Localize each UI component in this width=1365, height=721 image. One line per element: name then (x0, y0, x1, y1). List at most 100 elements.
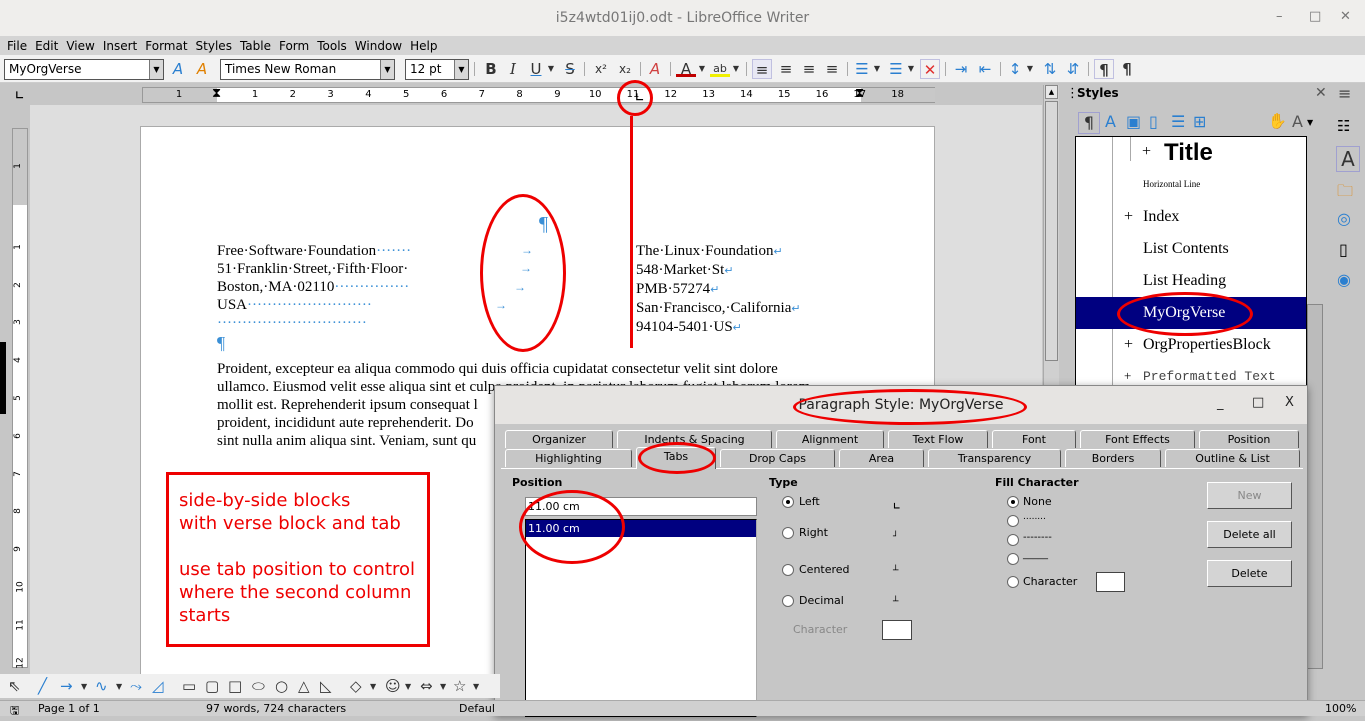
align-right-icon[interactable]: ≡ (799, 59, 819, 79)
chevron-down-icon[interactable]: ▼ (440, 682, 446, 691)
properties-deck-icon[interactable]: ☷ (1337, 117, 1350, 135)
type-decimal-label[interactable]: Decimal (799, 594, 844, 607)
chevron-down-icon[interactable]: ▼ (872, 59, 882, 79)
fill-character-radio[interactable] (1007, 576, 1019, 588)
highlight-color-icon[interactable]: ab (710, 59, 730, 77)
menu-form[interactable]: Form (279, 39, 309, 53)
page-deck-icon[interactable]: ▯ (1339, 240, 1348, 259)
tab-text-flow[interactable]: Text Flow (888, 430, 988, 448)
dialog-maximize-button[interactable]: □ (1252, 395, 1264, 410)
expand-icon[interactable]: + (1124, 336, 1133, 354)
style-item-list-contents[interactable]: List Contents (1143, 240, 1229, 258)
fill-dots-radio[interactable] (1007, 515, 1019, 527)
table-styles-icon[interactable]: ⊞ (1193, 112, 1206, 131)
tab-drop-caps[interactable]: Drop Caps (720, 449, 835, 467)
chevron-down-icon[interactable]: ▼ (697, 59, 707, 79)
chevron-down-icon[interactable]: ▼ (380, 60, 394, 79)
diamond-icon[interactable]: ◇ (350, 677, 362, 695)
tab-organizer[interactable]: Organizer (505, 430, 613, 448)
decrease-paragraph-spacing-icon[interactable]: ⇵ (1063, 59, 1083, 79)
increase-indent-icon[interactable]: ⇥ (951, 59, 971, 79)
tab-font[interactable]: Font (992, 430, 1076, 448)
horizontal-ruler[interactable]: 1 ⧗ ⧗ ∟ 1 2 3 4 5 6 7 8 9 10 11 12 13 14 15 16 17 18 (142, 86, 935, 104)
dialog-close-button[interactable]: X (1285, 395, 1294, 410)
type-right-radio[interactable] (782, 527, 794, 539)
tab-type-selector[interactable]: ∟ (15, 89, 24, 102)
style-item-preformatted-text[interactable]: Preformatted Text (1143, 369, 1276, 384)
fill-dots-label[interactable]: ........ (1023, 512, 1046, 522)
fill-underscore-label[interactable]: _____ (1023, 549, 1048, 560)
menu-file[interactable]: File (7, 39, 27, 53)
scroll-up-button[interactable]: ▲ (1045, 85, 1058, 99)
fill-character-option-label[interactable]: Character (1023, 575, 1077, 588)
fill-format-mode-icon[interactable]: ✋ (1268, 112, 1287, 130)
style-item-list-heading[interactable]: List Heading (1143, 272, 1226, 290)
clear-formatting-icon[interactable]: A (645, 59, 665, 79)
fill-none-label[interactable]: None (1023, 495, 1052, 508)
rectangle-icon[interactable]: ▭ (182, 677, 196, 695)
navigator-deck-icon[interactable]: ◎ (1337, 209, 1351, 228)
style-item-orgpropertiesblock[interactable]: OrgPropertiesBlock (1143, 336, 1271, 354)
tab-highlighting[interactable]: Highlighting (505, 449, 632, 467)
align-left-icon[interactable]: ≡ (752, 59, 772, 79)
chevron-down-icon[interactable]: ▼ (454, 60, 468, 79)
increase-paragraph-spacing-icon[interactable]: ⇅ (1040, 59, 1060, 79)
menu-styles[interactable]: Styles (196, 39, 232, 53)
type-centered-radio[interactable] (782, 564, 794, 576)
type-right-label[interactable]: Right (799, 526, 828, 539)
rtl-paragraph-icon[interactable]: ¶ (1117, 59, 1137, 79)
tab-alignment[interactable]: Alignment (776, 430, 884, 448)
chevron-down-icon[interactable]: ▼ (906, 59, 916, 79)
tab-outline-list[interactable]: Outline & List (1165, 449, 1300, 467)
curve-icon[interactable]: ∿ (95, 677, 108, 695)
fill-none-radio[interactable] (1007, 496, 1019, 508)
maximize-button[interactable]: □ (1309, 9, 1321, 24)
star-icon[interactable]: ☆ (453, 677, 466, 695)
styles-deck-icon[interactable]: A (1336, 146, 1360, 172)
select-icon[interactable]: ⇖ (8, 677, 21, 695)
save-status-icon[interactable]: 🖫 (10, 702, 19, 721)
page-style[interactable]: Defaul (459, 702, 495, 715)
sidebar-close-button[interactable]: ✕ (1315, 85, 1327, 101)
menu-table[interactable]: Table (240, 39, 271, 53)
expand-icon[interactable]: + (1142, 143, 1151, 161)
scroll-thumb[interactable] (1045, 101, 1058, 361)
chevron-down-icon[interactable]: ▼ (546, 59, 556, 79)
chevron-down-icon[interactable]: ▼ (1025, 59, 1035, 79)
subscript-button[interactable]: x₂ (614, 59, 636, 79)
paragraph-style-combo[interactable]: MyOrgVerse ▼ (4, 59, 164, 80)
smiley-icon[interactable]: ☺ (385, 677, 401, 695)
gallery-deck-icon[interactable]: 🗀 (1337, 180, 1353, 207)
circle-icon[interactable]: ○ (275, 677, 288, 695)
dialog-minimize-button[interactable]: _ (1217, 396, 1224, 411)
tab-borders[interactable]: Borders (1065, 449, 1161, 467)
new-style-icon[interactable]: A (192, 59, 212, 79)
align-center-icon[interactable]: ≡ (776, 59, 796, 79)
style-item-index[interactable]: Index (1143, 208, 1179, 226)
type-left-radio[interactable] (782, 496, 794, 508)
decrease-indent-icon[interactable]: ⇤ (975, 59, 995, 79)
sidebar-menu-icon[interactable]: ≡ (1338, 84, 1351, 103)
superscript-button[interactable]: x² (590, 59, 612, 79)
tab-font-effects[interactable]: Font Effects (1080, 430, 1195, 448)
fill-character-input[interactable] (1096, 572, 1125, 592)
fill-dashes-label[interactable]: -------- (1023, 532, 1052, 543)
list-styles-icon[interactable]: ☰ (1171, 112, 1185, 131)
type-decimal-radio[interactable] (782, 595, 794, 607)
triangle-icon[interactable]: △ (298, 677, 310, 695)
double-arrow-icon[interactable]: ⇔ (420, 677, 433, 695)
strikethrough-button[interactable]: S (561, 59, 579, 79)
chevron-down-icon[interactable]: ▼ (370, 682, 376, 691)
tab-position[interactable]: Position (1199, 430, 1299, 448)
font-name-combo[interactable]: Times New Roman ▼ (220, 59, 395, 80)
styles-scrollbar[interactable] (1307, 304, 1323, 669)
new-style-menu-icon[interactable]: A (1292, 112, 1303, 131)
style-item-horizontal-line[interactable]: Horizontal Line (1143, 179, 1200, 189)
expand-icon[interactable]: + (1124, 368, 1131, 384)
bold-button[interactable]: B (482, 59, 500, 79)
styles-list[interactable]: + Title Horizontal Line + Index List Con… (1075, 136, 1307, 388)
no-list-icon[interactable]: ✕ (920, 59, 940, 79)
menu-window[interactable]: Window (355, 39, 402, 53)
decimal-character-input[interactable] (882, 620, 912, 640)
ellipse-icon[interactable]: ⬭ (252, 677, 265, 695)
